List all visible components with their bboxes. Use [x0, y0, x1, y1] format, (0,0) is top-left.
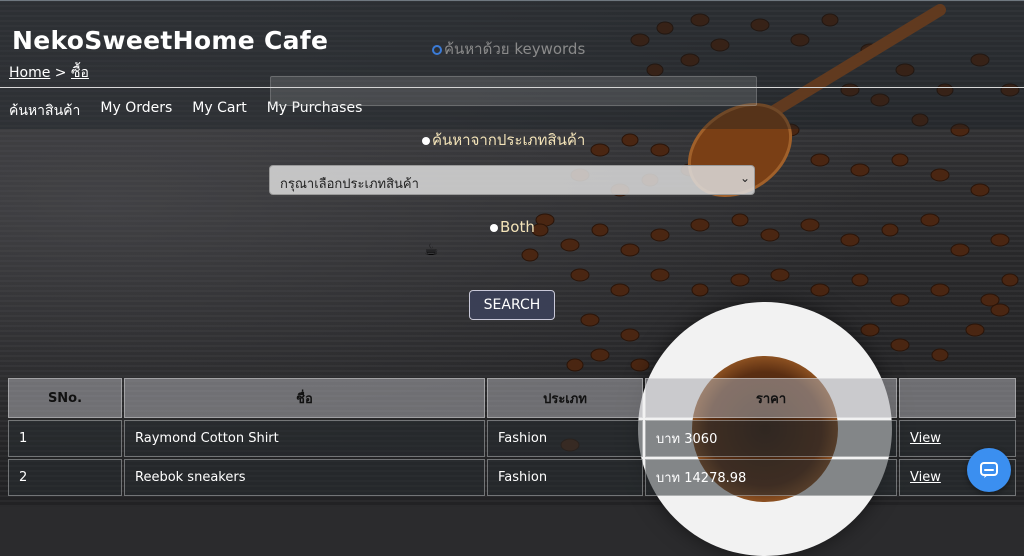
table-header-row: SNo. ชื่อ ประเภท ราคา [8, 378, 1016, 418]
radio-icon [490, 223, 498, 232]
chevron-down-icon: ⌄ [739, 171, 750, 185]
cell-type: Fashion [487, 459, 643, 496]
coffee-cup-icon: ☕ [424, 240, 439, 259]
category-radio-option[interactable]: ค้นหาจากประเภทสินค้า [422, 128, 585, 152]
category-radio-label: ค้นหาจากประเภทสินค้า [432, 131, 586, 149]
category-select-value: กรุณาเลือกประเภทสินค้า [280, 177, 419, 192]
column-header-price: ราคา [645, 378, 897, 418]
breadcrumb-current-link[interactable]: ซื้อ [71, 65, 89, 81]
view-link[interactable]: View [910, 470, 941, 485]
breadcrumb-separator: > [54, 65, 67, 81]
breadcrumb-home-link[interactable]: Home [9, 65, 50, 81]
keyword-search-input[interactable] [270, 76, 757, 106]
cell-name: Raymond Cotton Shirt [124, 420, 485, 457]
cell-name: Reebok sneakers [124, 459, 485, 496]
table-row: 1 Raymond Cotton Shirt Fashion บาท 3060 … [8, 420, 1016, 457]
column-header-sno: SNo. [8, 378, 122, 418]
brand-title: NekoSweetHome Cafe [12, 26, 329, 55]
column-header-name: ชื่อ [124, 378, 485, 418]
view-link[interactable]: View [910, 431, 941, 446]
category-select[interactable]: กรุณาเลือกประเภทสินค้า ⌄ [269, 165, 755, 195]
products-table: SNo. ชื่อ ประเภท ราคา 1 Raymond Cotton S… [6, 376, 1018, 498]
nav-search-products[interactable]: ค้นหาสินค้า [9, 100, 80, 122]
chat-icon [980, 462, 998, 478]
both-radio-label: Both [500, 218, 535, 236]
cell-price: บาท 14278.98 [645, 459, 897, 496]
cell-type: Fashion [487, 420, 643, 457]
chat-button[interactable] [967, 448, 1011, 492]
table-row: 2 Reebok sneakers Fashion บาท 14278.98 V… [8, 459, 1016, 496]
cell-sno: 1 [8, 420, 122, 457]
keyword-radio-option[interactable]: ค้นหาด้วย keywords [432, 37, 585, 61]
search-button[interactable]: SEARCH [469, 290, 555, 320]
cell-sno: 2 [8, 459, 122, 496]
breadcrumb: Home > ซื้อ [9, 62, 89, 84]
cell-price: บาท 3060 [645, 420, 897, 457]
radio-icon [422, 136, 430, 145]
radio-icon [432, 44, 442, 55]
nav-my-cart[interactable]: My Cart [192, 100, 246, 122]
column-header-action [899, 378, 1016, 418]
column-header-type: ประเภท [487, 378, 643, 418]
keyword-radio-label: ค้นหาด้วย keywords [444, 40, 586, 58]
both-radio-option[interactable]: Both [490, 218, 535, 236]
nav-my-orders[interactable]: My Orders [100, 100, 172, 122]
